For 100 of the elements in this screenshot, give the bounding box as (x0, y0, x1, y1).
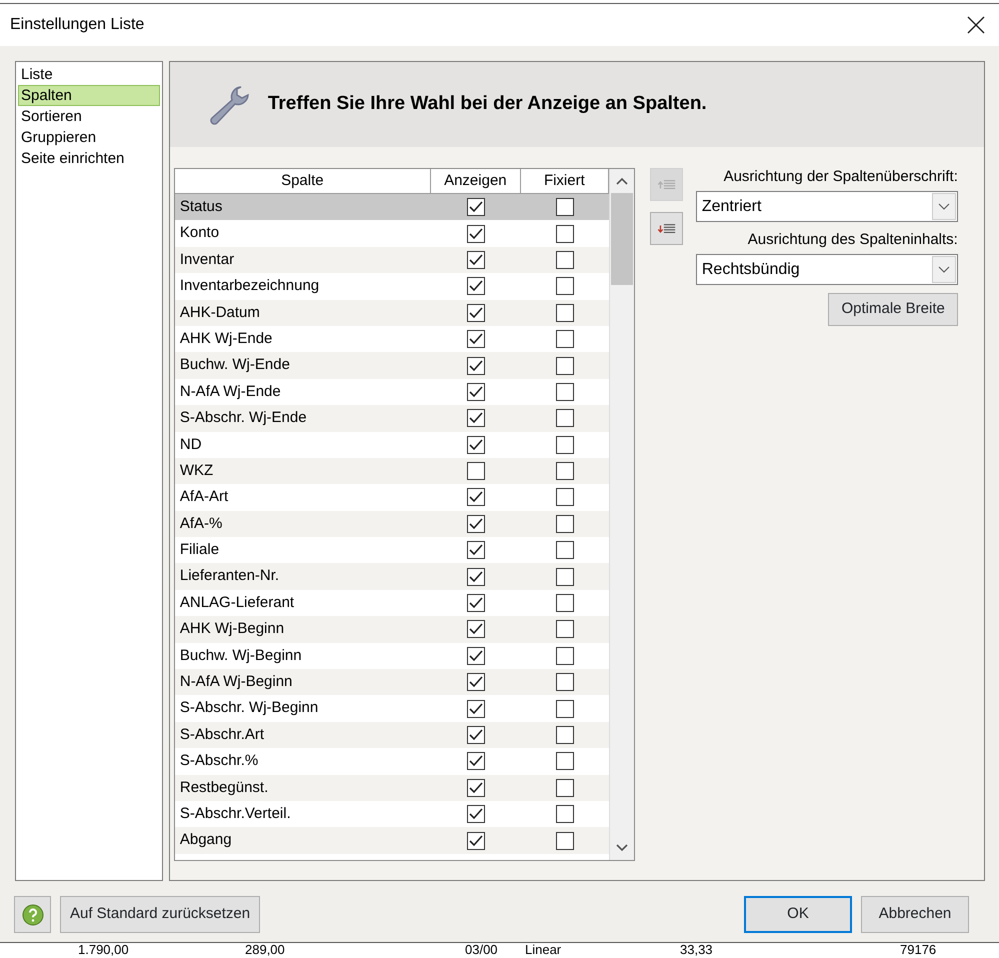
checkbox[interactable] (556, 646, 574, 665)
checkbox[interactable] (466, 304, 485, 322)
checkbox[interactable] (556, 620, 574, 638)
checkbox[interactable] (466, 700, 485, 718)
checkbox[interactable] (466, 541, 485, 560)
sidebar-item[interactable]: Sortieren (18, 106, 160, 127)
table-row[interactable]: Inventar (174, 246, 609, 274)
table-row[interactable]: Status (174, 194, 609, 220)
checkbox[interactable] (556, 726, 574, 744)
table-cell-text: ND (178, 434, 203, 455)
checkbox[interactable] (466, 462, 485, 480)
ok-button[interactable]: OK (744, 896, 852, 933)
table-row[interactable]: S-Abschr. Wj-Ende (174, 405, 609, 432)
checkbox[interactable] (556, 594, 574, 612)
checkbox[interactable] (466, 646, 485, 665)
table-row[interactable]: Buchw. Wj-Ende (174, 352, 609, 379)
table-row[interactable]: WKZ (174, 458, 609, 484)
table-row[interactable]: S-Abschr.% (174, 748, 609, 775)
checkbox[interactable] (556, 382, 574, 401)
table-row[interactable]: Lieferanten-Nr. (174, 563, 609, 590)
checkbox[interactable] (556, 673, 574, 692)
checkbox[interactable] (556, 752, 574, 770)
table-cell-text: Lieferanten-Nr. (178, 566, 280, 586)
table-row[interactable]: Filiale (174, 537, 609, 564)
sidebar-item[interactable]: Gruppieren (18, 127, 160, 148)
checkbox[interactable] (556, 224, 574, 243)
checkbox[interactable] (556, 568, 574, 586)
checkbox[interactable] (466, 514, 485, 533)
checkbox[interactable] (556, 330, 574, 348)
checkbox[interactable] (466, 277, 485, 296)
checkbox[interactable] (556, 409, 574, 428)
background-cell: 289,00 (245, 943, 285, 957)
table-row[interactable]: S-Abschr. Wj-Beginn (174, 695, 609, 722)
cancel-button[interactable]: Abbrechen (861, 896, 969, 933)
background-cell: 1.790,00 (78, 943, 129, 957)
checkbox[interactable] (556, 436, 574, 454)
checkbox[interactable] (556, 778, 574, 797)
table-row[interactable]: AHK Wj-Beginn (174, 616, 609, 643)
checkbox[interactable] (466, 752, 485, 770)
optimal-width-button[interactable]: Optimale Breite (828, 293, 958, 326)
move-down-button[interactable] (650, 212, 683, 245)
table-row[interactable]: Abgang (174, 827, 609, 854)
scroll-thumb[interactable] (610, 193, 633, 285)
table-row[interactable]: AHK-Datum (174, 300, 609, 326)
sidebar-item[interactable]: Spalten (18, 85, 160, 106)
column-header[interactable]: Spalte (174, 169, 431, 194)
header-alignment-dropdown[interactable]: Zentriert (696, 191, 958, 222)
checkbox[interactable] (466, 673, 485, 692)
table-row[interactable]: Buchw. Wj-Beginn (174, 642, 609, 670)
checkbox[interactable] (466, 224, 485, 243)
table-row[interactable]: Restbegünst. (174, 774, 609, 801)
table-row[interactable]: N-AfA Wj-Ende (174, 378, 609, 406)
checkbox[interactable] (556, 541, 574, 560)
checkbox[interactable] (466, 250, 485, 269)
checkbox[interactable] (556, 462, 574, 480)
checkbox[interactable] (556, 198, 574, 216)
table-row[interactable]: ND (174, 432, 609, 458)
checkbox[interactable] (556, 700, 574, 718)
checkbox[interactable] (466, 330, 485, 348)
checkbox[interactable] (556, 356, 574, 375)
checkbox[interactable] (466, 726, 485, 744)
field-label: Ausrichtung des Spalteninhalts: (746, 230, 958, 250)
checkbox[interactable] (466, 198, 485, 216)
checkbox[interactable] (466, 409, 485, 428)
content-alignment-dropdown[interactable]: Rechtsbündig (696, 254, 958, 285)
checkbox[interactable] (466, 594, 485, 612)
checkbox[interactable] (466, 382, 485, 401)
checkbox[interactable] (556, 277, 574, 296)
column-header[interactable]: Anzeigen (430, 169, 521, 194)
table-row[interactable]: S-Abschr.Art (174, 722, 609, 748)
column-header[interactable]: Fixiert (520, 169, 609, 194)
checkbox[interactable] (466, 778, 485, 797)
checkbox[interactable] (466, 356, 485, 375)
sidebar-item[interactable]: Seite einrichten (18, 148, 160, 169)
reset-button[interactable]: Auf Standard zurücksetzen (60, 896, 260, 933)
help-icon (22, 904, 44, 926)
table-row[interactable]: Inventarbezeichnung (174, 273, 609, 300)
checkbox[interactable] (466, 620, 485, 638)
checkbox[interactable] (556, 832, 574, 850)
table-row[interactable]: N-AfA Wj-Beginn (174, 669, 609, 696)
scrollbar[interactable] (608, 169, 634, 860)
checkbox[interactable] (556, 514, 574, 533)
table-row[interactable]: S-Abschr.Verteil. (174, 800, 609, 828)
checkbox[interactable] (556, 488, 574, 506)
checkbox[interactable] (466, 805, 485, 824)
checkbox[interactable] (556, 250, 574, 269)
help-button[interactable] (14, 896, 51, 933)
checkbox[interactable] (466, 488, 485, 506)
checkbox[interactable] (466, 436, 485, 454)
checkbox[interactable] (556, 304, 574, 322)
checkbox[interactable] (556, 805, 574, 824)
table-cell-text: WKZ (178, 460, 214, 481)
table-row[interactable]: AfA-Art (174, 484, 609, 511)
table-row[interactable]: ANLAG-Lieferant (174, 590, 609, 616)
table-row[interactable]: Konto (174, 220, 609, 247)
sidebar-item[interactable]: Liste (18, 64, 160, 85)
table-row[interactable]: AHK Wj-Ende (174, 326, 609, 352)
table-row[interactable]: AfA-% (174, 510, 609, 538)
checkbox[interactable] (466, 832, 485, 850)
checkbox[interactable] (466, 568, 485, 586)
